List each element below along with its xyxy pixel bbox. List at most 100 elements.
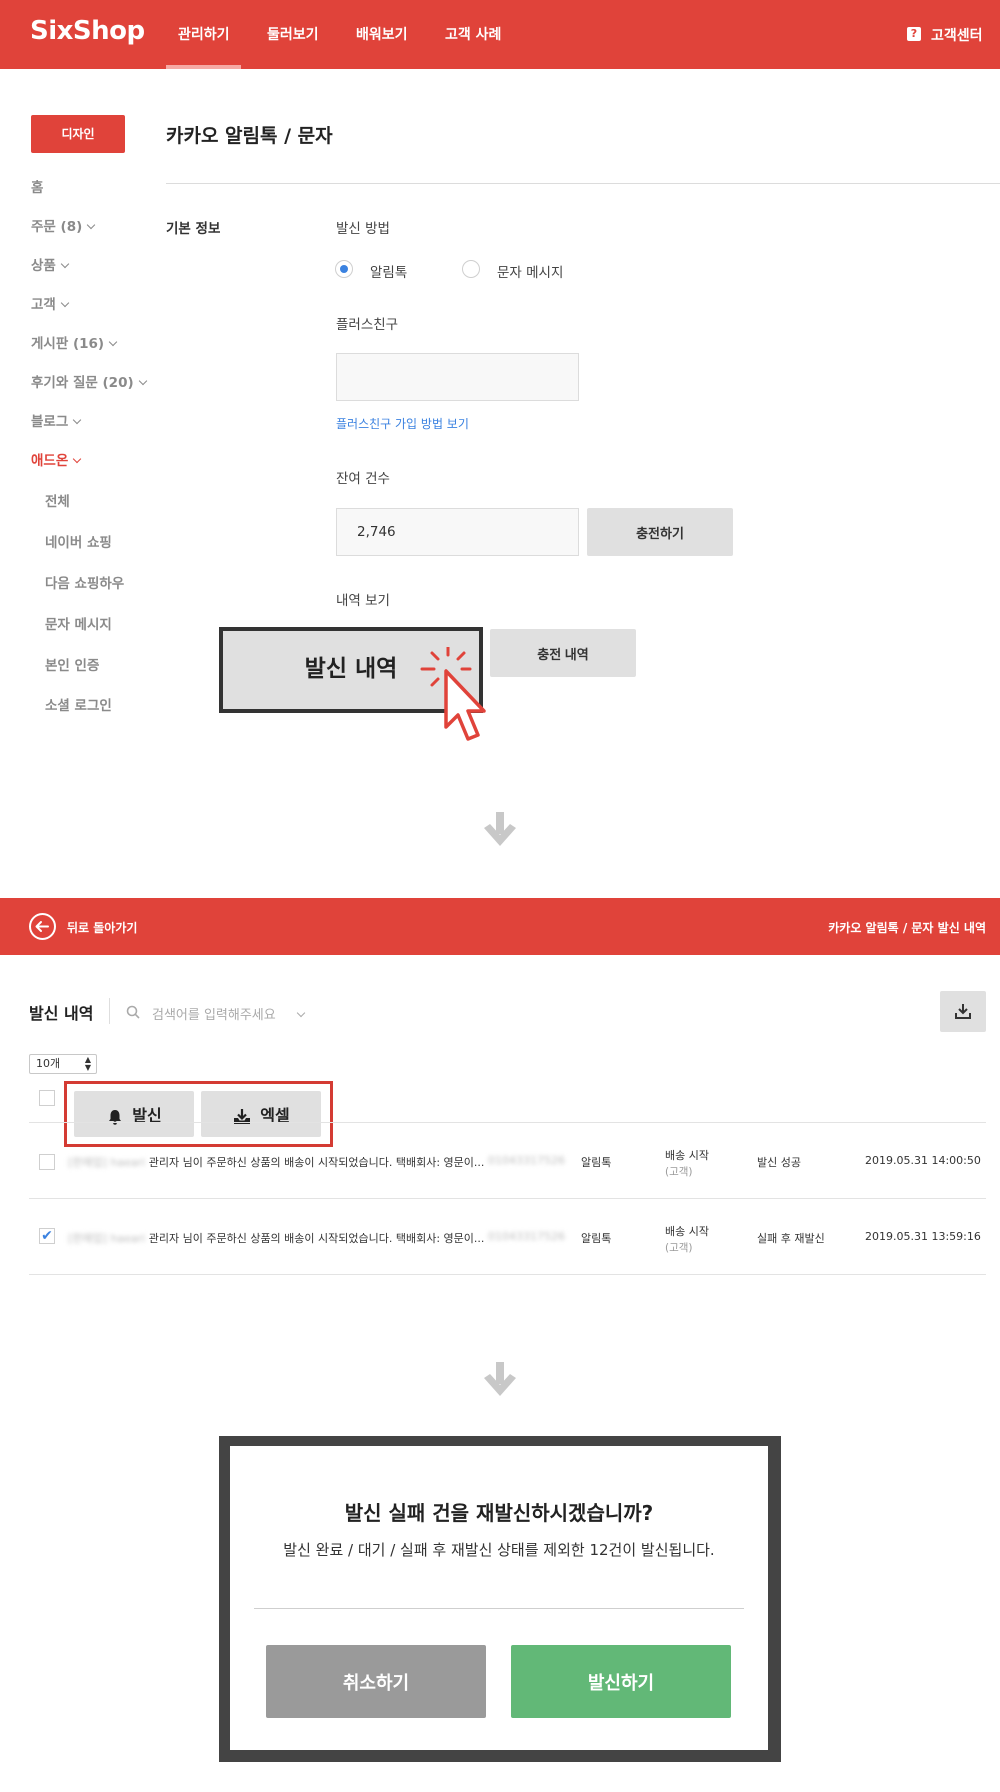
radio-alimtalk[interactable] <box>335 260 353 278</box>
sidebar-item-label: 블로그 <box>31 414 69 430</box>
modal-title: 발신 실패 건을 재발신하시겠습니까? <box>344 1501 654 1525</box>
row-phone: 01043317526 <box>488 1154 565 1167</box>
sidebar-item-board[interactable]: 게시판 (16) <box>31 332 118 352</box>
sidebar-subitem-naver-shopping[interactable]: 네이버 쇼핑 <box>45 531 112 551</box>
row-time: 2019.05.31 14:00:50 <box>865 1154 981 1167</box>
table-row[interactable]: [판매업] haeari 관리자 님이 주문하신 상품의 배송이 시작되었습니다… <box>68 1230 484 1246</box>
page-size-select[interactable]: 10개 ▲ ▼ <box>29 1054 97 1074</box>
plus-friend-input[interactable] <box>336 353 579 401</box>
download-icon <box>955 1004 971 1019</box>
download-tray-icon <box>234 1108 251 1124</box>
section-label: 기본 정보 <box>166 221 221 237</box>
chevron-down-icon <box>108 337 118 347</box>
sidebar-item-label: 애드온 <box>31 453 69 469</box>
modal-description: 발신 완료 / 대기 / 실패 후 재발신 상태를 제외한 12건이 발신됩니다… <box>283 1541 715 1559</box>
bell-icon <box>109 1109 122 1125</box>
chevron-down-icon[interactable] <box>292 1004 306 1023</box>
select-all-checkbox[interactable] <box>39 1090 55 1106</box>
help-center-link[interactable]: 고객센터 <box>931 25 983 45</box>
sidebar-item-label: 후기와 질문 (20) <box>31 375 134 391</box>
sidebar-item-blog[interactable]: 블로그 <box>31 410 82 430</box>
page-size-value: 10개 <box>36 1057 61 1070</box>
sidebar-subitem-sms[interactable]: 문자 메시지 <box>45 613 112 633</box>
breadcrumb: 카카오 알림톡 / 문자 발신 내역 <box>828 921 986 935</box>
page-title: 카카오 알림톡 / 문자 <box>166 125 333 147</box>
row-target: (고객) <box>665 1166 693 1178</box>
sidebar-item-reviews[interactable]: 후기와 질문 (20) <box>31 371 147 391</box>
search-input[interactable]: 검색어를 입력해주세요 <box>152 1004 276 1023</box>
nav-item-learn[interactable]: 배워보기 <box>356 24 408 44</box>
row-message: 관리자 님이 주문하신 상품의 배송이 시작되었습니다. 택배회사: 영문이..… <box>148 1156 485 1169</box>
charge-history-button[interactable]: 충전 내역 <box>490 629 636 677</box>
row-channel: 알림톡 <box>581 1156 612 1169</box>
nav-item-manage[interactable]: 관리하기 <box>178 24 230 44</box>
send-button[interactable]: 발신 <box>74 1091 194 1137</box>
divider <box>254 1608 744 1609</box>
table-divider <box>29 1198 986 1199</box>
row-target: (고객) <box>665 1242 693 1254</box>
sidebar-item-label: 홈 <box>31 180 44 196</box>
sidebar-item-label: 게시판 (16) <box>31 336 105 352</box>
plus-friend-label: 플러스친구 <box>336 317 399 333</box>
sidebar-subitem-all[interactable]: 전체 <box>45 490 70 510</box>
select-arrows-icon: ▲ ▼ <box>84 1055 91 1072</box>
remaining-label: 잔여 건수 <box>336 471 390 487</box>
arrow-down-icon <box>484 1362 516 1396</box>
divider <box>166 183 1000 184</box>
sidebar-item-orders[interactable]: 주문 (8) <box>31 215 96 235</box>
row-phone: 01043317526 <box>488 1230 565 1243</box>
sidebar-item-products[interactable]: 상품 <box>31 254 70 274</box>
row-time: 2019.05.31 13:59:16 <box>865 1230 981 1243</box>
radio-label-sms[interactable]: 문자 메시지 <box>497 261 563 281</box>
table-divider <box>29 1122 986 1123</box>
chevron-down-icon <box>87 220 96 230</box>
sidebar-item-label: 상품 <box>31 258 56 274</box>
divider <box>109 998 110 1024</box>
arrow-down-icon <box>484 812 516 846</box>
remaining-count-field: 2,746 <box>336 508 579 556</box>
row-checkbox[interactable] <box>39 1154 55 1170</box>
nav-item-browse[interactable]: 둘러보기 <box>267 24 319 44</box>
sidebar-item-home[interactable]: 홈 <box>31 176 43 196</box>
row-checkbox[interactable]: ✔ <box>39 1228 55 1244</box>
sidebar-subitem-daum-shopping[interactable]: 다음 쇼핑하우 <box>45 572 124 592</box>
design-button[interactable]: 디자인 <box>31 115 125 153</box>
row-sender: [판매업] haeari <box>68 1232 146 1245</box>
download-button[interactable] <box>940 991 986 1032</box>
row-event: 배송 시작 <box>665 1149 709 1162</box>
row-channel: 알림톡 <box>581 1232 612 1245</box>
chevron-down-icon <box>60 298 70 308</box>
history-label: 내역 보기 <box>336 593 390 609</box>
search-icon <box>126 1005 140 1019</box>
sidebar-subitem-social-login[interactable]: 소셜 로그인 <box>45 694 112 714</box>
sidebar-item-label: 고객 <box>31 297 56 313</box>
row-status: 실패 후 재발신 <box>757 1232 825 1245</box>
sidebar-subitem-identity[interactable]: 본인 인증 <box>45 654 99 674</box>
charge-button[interactable]: 충전하기 <box>587 508 733 556</box>
history-title: 발신 내역 <box>29 1004 94 1023</box>
back-link[interactable]: 뒤로 돌아가기 <box>67 919 137 936</box>
excel-button[interactable]: 엑셀 <box>201 1091 321 1137</box>
chevron-down-icon <box>60 259 70 269</box>
row-sender: [판매업] haeari <box>68 1156 146 1169</box>
plus-friend-help-link[interactable]: 플러스친구 가입 방법 보기 <box>336 415 469 432</box>
radio-label-alimtalk[interactable]: 알림톡 <box>370 261 407 281</box>
nav-active-indicator <box>166 65 241 69</box>
row-status: 발신 성공 <box>757 1156 801 1169</box>
sidebar-item-label: 주문 (8) <box>31 219 83 235</box>
nav-item-cases[interactable]: 고객 사례 <box>445 24 501 44</box>
chevron-down-icon <box>73 415 82 425</box>
back-arrow-icon[interactable] <box>29 913 56 940</box>
row-message: 관리자 님이 주문하신 상품의 배송이 시작되었습니다. 택배회사: 영문이..… <box>148 1232 485 1245</box>
table-divider <box>29 1274 986 1275</box>
radio-sms[interactable] <box>462 260 480 278</box>
chevron-down-icon <box>138 376 147 386</box>
table-row[interactable]: [판매업] haeari 관리자 님이 주문하신 상품의 배송이 시작되었습니다… <box>68 1154 484 1170</box>
send-method-label: 발신 방법 <box>336 221 390 237</box>
sidebar-item-customers[interactable]: 고객 <box>31 293 70 313</box>
sidebar-item-addons[interactable]: 애드온 <box>31 449 82 469</box>
help-icon[interactable]: ? <box>907 27 921 41</box>
cancel-button[interactable]: 취소하기 <box>266 1645 486 1718</box>
brand-logo[interactable]: SixShop <box>30 16 145 46</box>
confirm-send-button[interactable]: 발신하기 <box>511 1645 731 1718</box>
